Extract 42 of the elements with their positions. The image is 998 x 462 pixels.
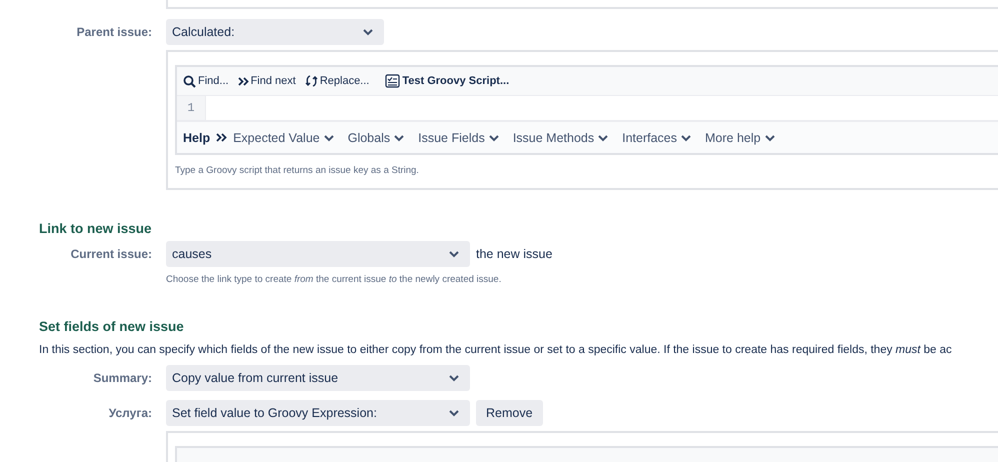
field-label: Summary: [92, 371, 152, 385]
help-menu[interactable]: Issue Fields [418, 130, 500, 144]
section-heading: Link to new issue [38, 221, 153, 236]
dropdown[interactable]: Calculated: [166, 19, 384, 45]
help-menu[interactable]: Globals [348, 130, 406, 144]
caret-icon [448, 409, 460, 417]
double-chevron-icon [238, 76, 249, 86]
caret-icon [448, 250, 460, 258]
dropdown[interactable]: causes [166, 241, 470, 267]
caret-icon [764, 134, 776, 142]
line-number: 1 [186, 100, 196, 117]
description-text: In this section, you can specify which fields of the new issue to either copy from the current issue or set to a specific value. If the issue to create has required fields, they must be ac [38, 344, 953, 356]
help-menu[interactable]: More help [705, 130, 776, 144]
help-menu[interactable]: Interfaces [622, 130, 692, 144]
section-heading: Set fields of new issue [38, 319, 185, 334]
suffix-text: the new issue [476, 247, 552, 261]
field-label: Current issue: [70, 247, 152, 261]
help-menu[interactable]: Expected Value [233, 130, 335, 144]
caret-icon [448, 374, 460, 382]
caret-icon [680, 134, 692, 142]
replace-arrows-icon [304, 74, 318, 88]
double-chevron-icon [216, 133, 228, 142]
toolbar-button[interactable]: Find next [238, 75, 296, 87]
caret-icon [393, 134, 406, 142]
toolbar-button[interactable]: Test Groovy Script... [385, 74, 510, 88]
remove-button[interactable]: Remove [476, 400, 543, 426]
hint-text: Choose the link type to create from the current issue to the newly created issue. [166, 274, 502, 285]
toolbar-button[interactable]: Find... [183, 74, 229, 88]
caret-icon [488, 134, 500, 142]
field-label: Услуга: [108, 406, 152, 420]
caret-icon [362, 28, 374, 36]
field-label: Parent issue: [76, 25, 152, 39]
help-label: Help [183, 130, 210, 144]
dropdown[interactable]: Copy value from current issue [166, 365, 470, 391]
help-menu[interactable]: Issue Methods [512, 130, 610, 144]
search-icon [183, 74, 196, 88]
dropdown[interactable]: Set field value to Groovy Expression: [166, 400, 470, 426]
caret-icon [597, 134, 610, 142]
toolbar-button[interactable]: Replace... [304, 74, 370, 88]
script-check-icon [385, 74, 400, 88]
caret-icon [322, 134, 335, 142]
hint-text: Type a Groovy script that returns an issue key as a String. [175, 165, 420, 176]
